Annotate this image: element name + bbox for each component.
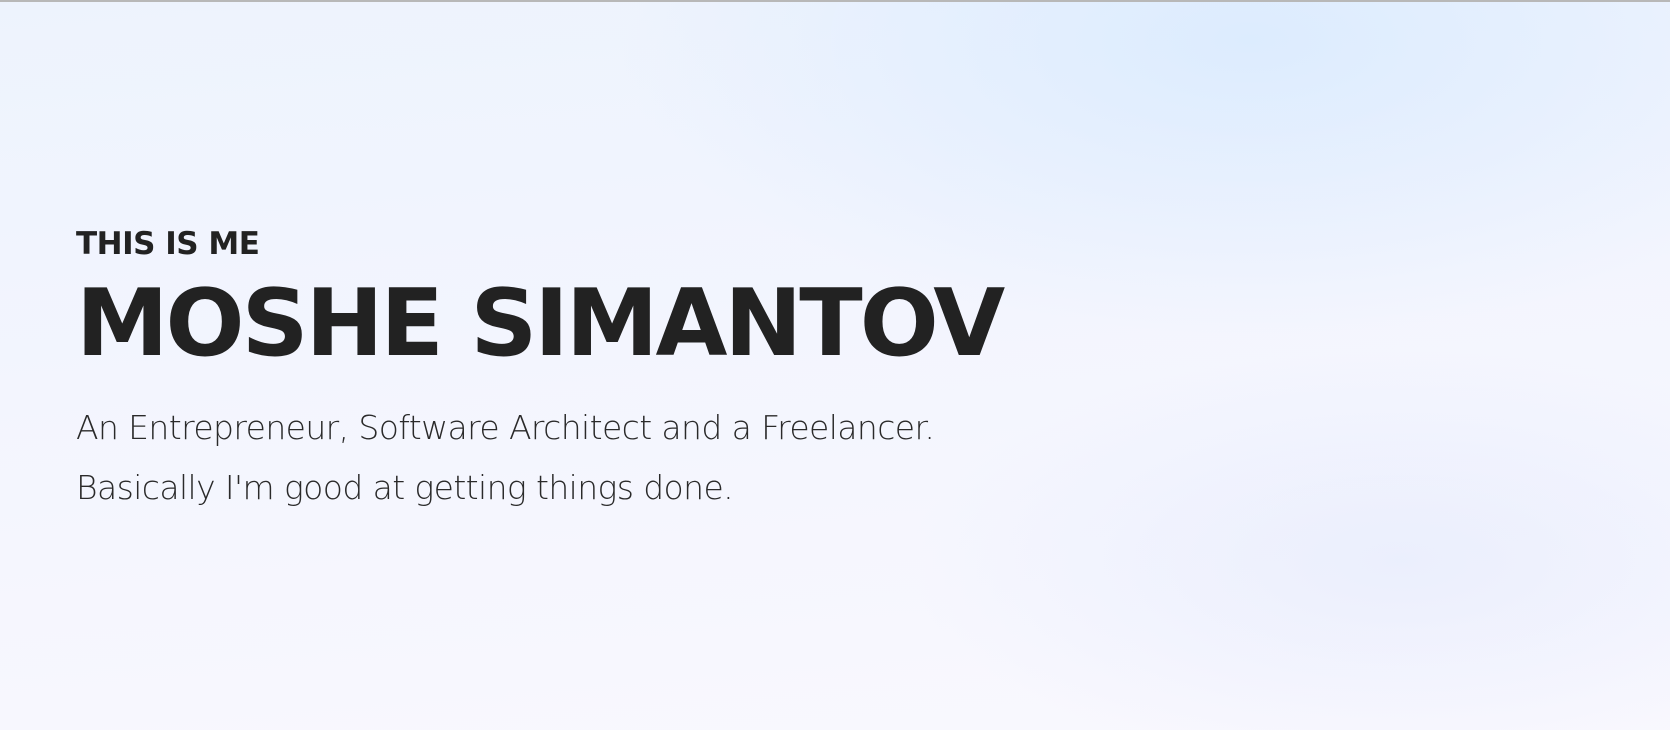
tagline-line-2: Basically I'm good at getting things don… bbox=[76, 468, 734, 507]
tagline-line-1: An Entrepreneur, Software Architect and … bbox=[76, 408, 935, 447]
hero-section: THIS IS ME MOSHE SIMANTOV An Entrepreneu… bbox=[76, 224, 1376, 518]
hero-kicker: THIS IS ME bbox=[76, 226, 260, 262]
hero-tagline: An Entrepreneur, Software Architect and … bbox=[76, 398, 1376, 518]
hero-name-heading: MOSHE SIMANTOV bbox=[76, 269, 1005, 377]
window-top-border bbox=[0, 0, 1670, 2]
